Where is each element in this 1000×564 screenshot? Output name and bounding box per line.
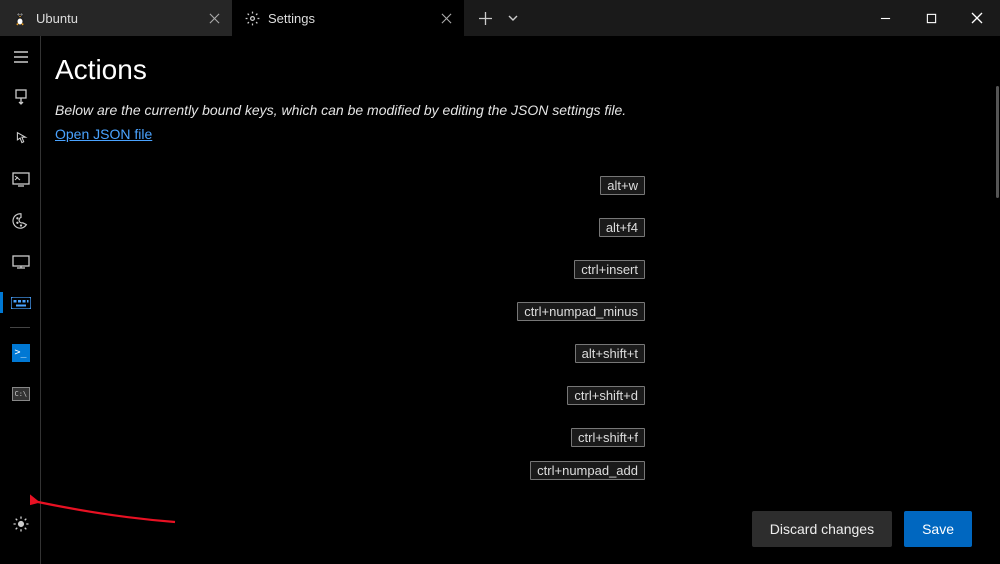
action-row[interactable]: ctrl+numpad_minus Decrease font size — [55, 290, 974, 332]
powershell-icon: >_ — [12, 344, 30, 362]
hotkey-badge: ctrl+shift+d — [567, 386, 645, 405]
tux-icon — [12, 10, 28, 26]
tab-dropdown-button[interactable] — [501, 0, 525, 36]
hotkey-badge: ctrl+shift+f — [571, 428, 645, 447]
page-title: Actions — [55, 54, 974, 86]
action-row[interactable]: alt+w Close pane — [55, 164, 974, 206]
sidebar-item-interaction[interactable] — [0, 118, 41, 159]
sidebar-divider — [10, 327, 30, 328]
tab-title: Ubuntu — [36, 11, 206, 26]
sidebar-profile-cmd[interactable]: C:\ — [0, 373, 41, 414]
sidebar-profile-powershell[interactable]: >_ — [0, 332, 41, 373]
page-subtitle: Below are the currently bound keys, whic… — [55, 102, 974, 118]
content-panel: Actions Below are the currently bound ke… — [41, 36, 1000, 564]
save-button[interactable]: Save — [904, 511, 972, 547]
scrollbar[interactable] — [996, 86, 999, 198]
sidebar-item-rendering[interactable] — [0, 241, 41, 282]
hamburger-menu-button[interactable] — [0, 36, 41, 77]
settings-gear-button[interactable] — [0, 503, 41, 544]
new-tab-button[interactable] — [469, 0, 501, 36]
minimize-button[interactable] — [862, 0, 908, 36]
close-window-button[interactable] — [954, 0, 1000, 36]
gear-icon — [244, 10, 260, 26]
hotkey-badge: ctrl+numpad_minus — [517, 302, 645, 321]
sidebar: >_ C:\ — [0, 36, 41, 564]
tab-controls — [469, 0, 525, 36]
discard-changes-button[interactable]: Discard changes — [752, 511, 892, 547]
window-controls — [862, 0, 1000, 36]
maximize-button[interactable] — [908, 0, 954, 36]
hotkey-badge: alt+f4 — [599, 218, 645, 237]
action-row[interactable]: ctrl+shift+d Duplicate tab — [55, 374, 974, 416]
action-row[interactable]: alt+shift+t Duplicate pane — [55, 332, 974, 374]
action-list: alt+w Close pane alt+f4 Close window ctr… — [55, 164, 974, 482]
title-bar: Ubuntu Settings — [0, 0, 1000, 36]
open-json-file-link[interactable]: Open JSON file — [55, 126, 152, 142]
sidebar-item-startup[interactable] — [0, 77, 41, 118]
tab-close-button[interactable] — [206, 10, 222, 26]
action-row[interactable]: ctrl+shift+f Find — [55, 416, 974, 458]
tab-settings[interactable]: Settings — [232, 0, 464, 36]
sidebar-item-appearance[interactable] — [0, 159, 41, 200]
hotkey-badge: alt+shift+t — [575, 344, 645, 363]
action-row[interactable]: alt+f4 Close window — [55, 206, 974, 248]
sidebar-item-colorschemes[interactable] — [0, 200, 41, 241]
tab-title: Settings — [268, 11, 438, 26]
sidebar-item-actions[interactable] — [0, 282, 41, 323]
hotkey-badge: alt+w — [600, 176, 645, 195]
action-row[interactable]: ctrl+numpad_add Increase font size — [55, 458, 974, 482]
tab-ubuntu[interactable]: Ubuntu — [0, 0, 232, 36]
hotkey-badge: ctrl+insert — [574, 260, 645, 279]
cmd-icon: C:\ — [12, 387, 30, 401]
hotkey-badge: ctrl+numpad_add — [530, 461, 645, 480]
footer-bar: Discard changes Save — [41, 494, 1000, 564]
tab-close-button[interactable] — [438, 10, 454, 26]
action-row[interactable]: ctrl+insert Copy text — [55, 248, 974, 290]
